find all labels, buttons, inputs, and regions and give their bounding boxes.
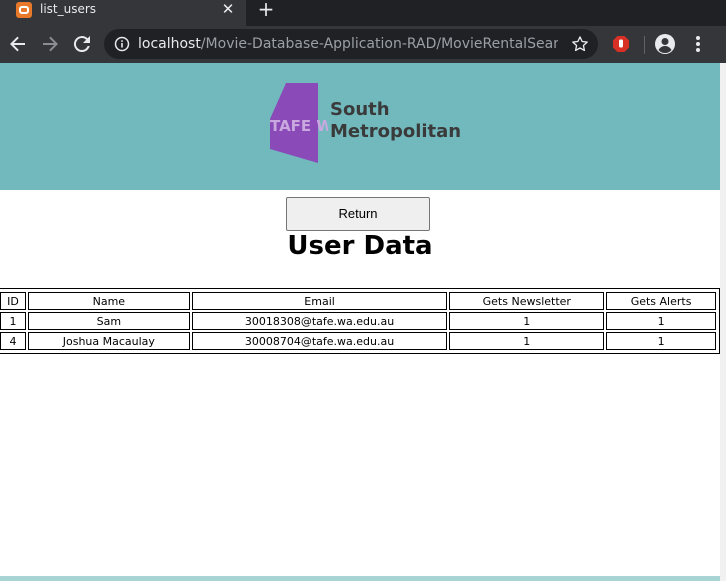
cell-id: 1 <box>0 312 26 330</box>
url-host: localhost <box>138 36 201 52</box>
cell-gets-alerts: 1 <box>606 312 716 330</box>
tafe-logo-mark-icon: TAFE WA <box>270 83 344 163</box>
cell-gets-alerts: 1 <box>606 332 716 350</box>
cell-name: Sam <box>27 312 190 330</box>
back-icon[interactable] <box>6 32 30 56</box>
bookmark-star-icon[interactable] <box>570 34 590 54</box>
more-menu-icon[interactable] <box>690 34 706 54</box>
tab-title: list_users <box>40 2 97 16</box>
cell-email: 30018308@tafe.wa.edu.au <box>191 312 448 330</box>
cell-gets-newsletter: 1 <box>449 312 605 330</box>
xampp-favicon-icon <box>16 2 32 18</box>
page-scrollbar[interactable] <box>720 63 726 581</box>
table-row: 1 Sam 30018308@tafe.wa.edu.au 1 1 <box>0 312 716 330</box>
profile-icon[interactable] <box>654 33 676 55</box>
return-button[interactable]: Return <box>286 197 430 231</box>
cell-name: Joshua Macaulay <box>27 332 190 350</box>
toolbar-separator <box>644 36 645 54</box>
tab-strip: list_users ✕ + <box>0 0 726 26</box>
logo-line-south: South <box>330 99 390 120</box>
url-path: /Movie-Database-Application-RAD/MovieRen… <box>200 36 558 52</box>
logo-line-metropolitan: Metropolitan <box>330 121 462 142</box>
reload-icon[interactable] <box>70 32 94 56</box>
tab-list-users[interactable]: list_users ✕ <box>0 0 246 26</box>
south-metropolitan-logo: TAFE WA South Metropolitan <box>268 83 461 167</box>
cell-gets-newsletter: 1 <box>449 332 605 350</box>
address-bar[interactable]: localhost/Movie-Database-Application-RAD… <box>104 29 598 59</box>
column-header-id: ID <box>0 292 26 310</box>
tab-close-icon[interactable]: ✕ <box>220 1 236 17</box>
page-content: TAFE WA South Metropolitan Return User D… <box>0 63 720 581</box>
column-header-gets-alerts: Gets Alerts <box>606 292 716 310</box>
cell-email: 30008704@tafe.wa.edu.au <box>191 332 448 350</box>
footer-strip <box>0 576 720 581</box>
column-header-name: Name <box>27 292 190 310</box>
cell-id: 4 <box>0 332 26 350</box>
column-header-gets-newsletter: Gets Newsletter <box>449 292 605 310</box>
forward-icon[interactable] <box>38 32 62 56</box>
page-title: User Data <box>287 231 433 261</box>
info-icon[interactable] <box>114 36 130 52</box>
url-text[interactable]: localhost/Movie-Database-Application-RAD… <box>138 36 558 52</box>
logo-mark-text: TAFE WA <box>270 117 328 135</box>
header-banner: TAFE WA South Metropolitan <box>0 63 720 190</box>
user-table: ID Name Email Gets Newsletter Gets Alert… <box>0 288 720 354</box>
logo-text: South Metropolitan <box>330 99 461 143</box>
adblock-extension-icon[interactable] <box>612 35 630 53</box>
table-header-row: ID Name Email Gets Newsletter Gets Alert… <box>0 292 716 310</box>
new-tab-icon[interactable]: + <box>256 0 276 20</box>
column-header-email: Email <box>191 292 448 310</box>
browser-toolbar: localhost/Movie-Database-Application-RAD… <box>0 26 726 63</box>
table-row: 4 Joshua Macaulay 30008704@tafe.wa.edu.a… <box>0 332 716 350</box>
